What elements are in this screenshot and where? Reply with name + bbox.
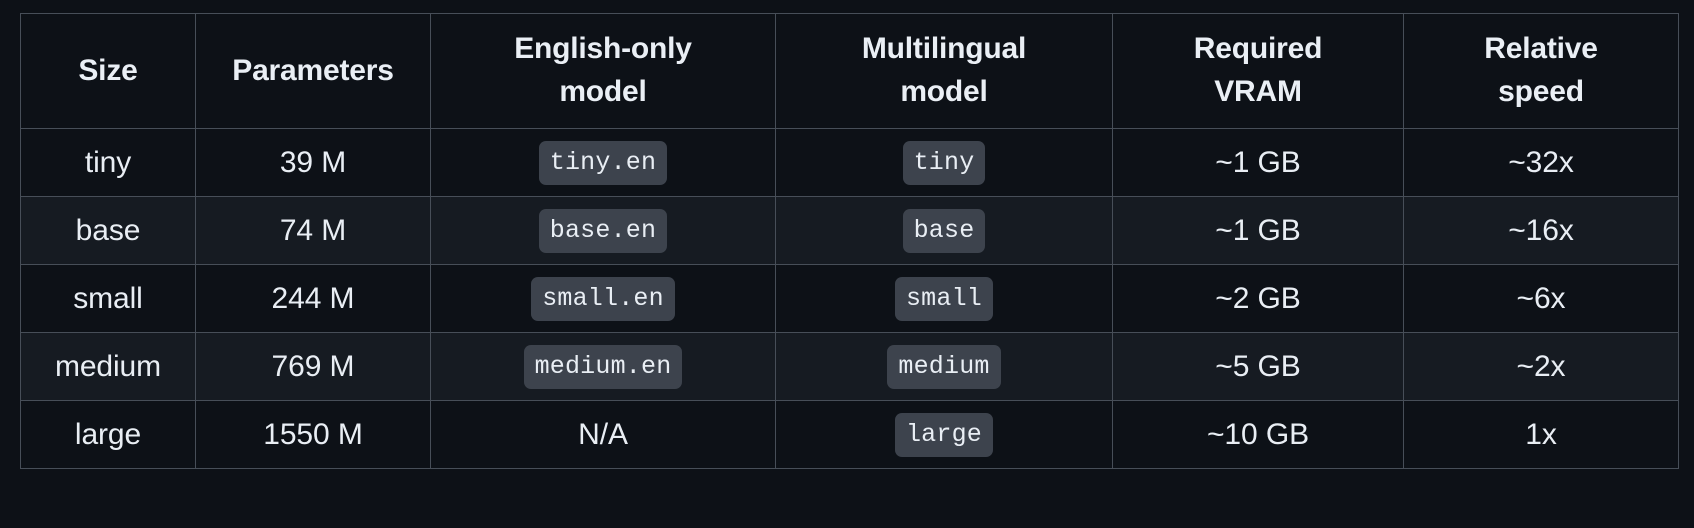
code-badge-multilingual-model: tiny bbox=[902, 140, 986, 185]
code-badge-english-only-model: tiny.en bbox=[538, 140, 668, 185]
column-header-size: Size bbox=[20, 13, 196, 129]
cell-english-only-model: tiny.en bbox=[430, 128, 776, 197]
text-size: small bbox=[73, 281, 143, 315]
table-header-row: Size Parameters English-only model Multi… bbox=[20, 13, 1679, 129]
model-comparison-table: Size Parameters English-only model Multi… bbox=[20, 13, 1679, 469]
cell-required-vram: ~10 GB bbox=[1112, 400, 1404, 469]
cell-size: small bbox=[20, 264, 196, 333]
text-required-vram: ~1 GB bbox=[1215, 145, 1301, 179]
text-size: large bbox=[74, 417, 142, 451]
text-size: medium bbox=[54, 349, 162, 383]
cell-multilingual-model: medium bbox=[775, 332, 1113, 401]
text-relative-speed: ~6x bbox=[1516, 281, 1566, 315]
code-badge-english-only-model: small.en bbox=[531, 276, 675, 321]
cell-multilingual-model: tiny bbox=[775, 128, 1113, 197]
cell-multilingual-model: base bbox=[775, 196, 1113, 265]
table-row: small 244 M small.en small ~2 GB ~6x bbox=[20, 264, 1679, 333]
code-badge-english-only-model: base.en bbox=[538, 208, 668, 253]
table-header: Size Parameters English-only model Multi… bbox=[20, 13, 1679, 129]
column-header-english-only-model-line1: English-only bbox=[514, 32, 692, 66]
text-relative-speed: ~16x bbox=[1508, 213, 1574, 247]
text-parameters: 244 M bbox=[271, 281, 355, 315]
text-required-vram: ~10 GB bbox=[1207, 417, 1309, 451]
cell-relative-speed: ~32x bbox=[1403, 128, 1679, 197]
column-header-required-vram-line2: VRAM bbox=[1214, 75, 1302, 108]
text-parameters: 39 M bbox=[279, 145, 347, 179]
code-badge-multilingual-model: medium bbox=[887, 344, 1001, 389]
column-header-multilingual-model-line1: Multilingual bbox=[861, 32, 1027, 66]
column-header-relative-speed: Relative speed bbox=[1403, 13, 1679, 129]
code-badge-multilingual-model: large bbox=[894, 412, 993, 457]
cell-parameters: 39 M bbox=[195, 128, 431, 197]
cell-multilingual-model: small bbox=[775, 264, 1113, 333]
column-header-parameters-label: Parameters bbox=[232, 53, 394, 87]
text-relative-speed: ~32x bbox=[1508, 145, 1574, 179]
text-size: base bbox=[75, 213, 141, 247]
cell-size: medium bbox=[20, 332, 196, 401]
cell-english-only-model: N/A bbox=[430, 400, 776, 469]
cell-parameters: 1550 M bbox=[195, 400, 431, 469]
text-parameters: 1550 M bbox=[263, 417, 363, 451]
cell-parameters: 74 M bbox=[195, 196, 431, 265]
table-row: medium 769 M medium.en medium ~5 GB ~2x bbox=[20, 332, 1679, 401]
code-badge-multilingual-model: base bbox=[902, 208, 986, 253]
cell-parameters: 244 M bbox=[195, 264, 431, 333]
text-relative-speed: ~2x bbox=[1516, 349, 1566, 383]
text-required-vram: ~1 GB bbox=[1215, 213, 1301, 247]
column-header-size-label: Size bbox=[78, 53, 138, 87]
cell-required-vram: ~5 GB bbox=[1112, 332, 1404, 401]
cell-relative-speed: ~6x bbox=[1403, 264, 1679, 333]
column-header-required-vram: Required VRAM bbox=[1112, 13, 1404, 129]
table-body: tiny 39 Mtiny.en tiny ~1 GB ~32x base 74 Mbase… bbox=[20, 128, 1679, 469]
cell-english-only-model: base.en bbox=[430, 196, 776, 265]
text-relative-speed: 1x bbox=[1525, 417, 1557, 451]
column-header-multilingual-model: Multilingual model bbox=[775, 13, 1113, 129]
column-header-required-vram-line1: Required bbox=[1193, 32, 1323, 66]
column-header-relative-speed-line2: speed bbox=[1498, 75, 1584, 108]
column-header-relative-speed-line1: Relative bbox=[1484, 32, 1598, 66]
cell-english-only-model: medium.en bbox=[430, 332, 776, 401]
cell-relative-speed: ~2x bbox=[1403, 332, 1679, 401]
text-english-only-model: N/A bbox=[578, 417, 628, 451]
text-parameters: 769 M bbox=[271, 349, 355, 383]
cell-size: base bbox=[20, 196, 196, 265]
cell-relative-speed: 1x bbox=[1403, 400, 1679, 469]
table-row: large 1550 M N/A large ~10 GB 1x bbox=[20, 400, 1679, 469]
code-badge-english-only-model: medium.en bbox=[523, 344, 683, 389]
column-header-multilingual-model-line2: model bbox=[900, 75, 988, 108]
cell-required-vram: ~1 GB bbox=[1112, 128, 1404, 197]
text-required-vram: ~5 GB bbox=[1215, 349, 1301, 383]
cell-parameters: 769 M bbox=[195, 332, 431, 401]
column-header-english-only-model-line2: model bbox=[559, 75, 647, 108]
cell-size: tiny bbox=[20, 128, 196, 197]
column-header-parameters: Parameters bbox=[195, 13, 431, 129]
cell-relative-speed: ~16x bbox=[1403, 196, 1679, 265]
cell-required-vram: ~2 GB bbox=[1112, 264, 1404, 333]
text-parameters: 74 M bbox=[279, 213, 347, 247]
text-required-vram: ~2 GB bbox=[1215, 281, 1301, 315]
cell-multilingual-model: large bbox=[775, 400, 1113, 469]
table-row: base 74 M base.en base ~1 GB ~16x bbox=[20, 196, 1679, 265]
model-comparison-table-container: Size Parameters English-only model Multi… bbox=[20, 13, 1679, 469]
text-size: tiny bbox=[84, 145, 132, 179]
table-row: tiny 39 M tiny.en tiny ~1 GB ~32x bbox=[20, 128, 1679, 197]
cell-english-only-model: small.en bbox=[430, 264, 776, 333]
code-badge-multilingual-model: small bbox=[894, 276, 993, 321]
cell-required-vram: ~1 GB bbox=[1112, 196, 1404, 265]
column-header-english-only-model: English-only model bbox=[430, 13, 776, 129]
cell-size: large bbox=[20, 400, 196, 469]
